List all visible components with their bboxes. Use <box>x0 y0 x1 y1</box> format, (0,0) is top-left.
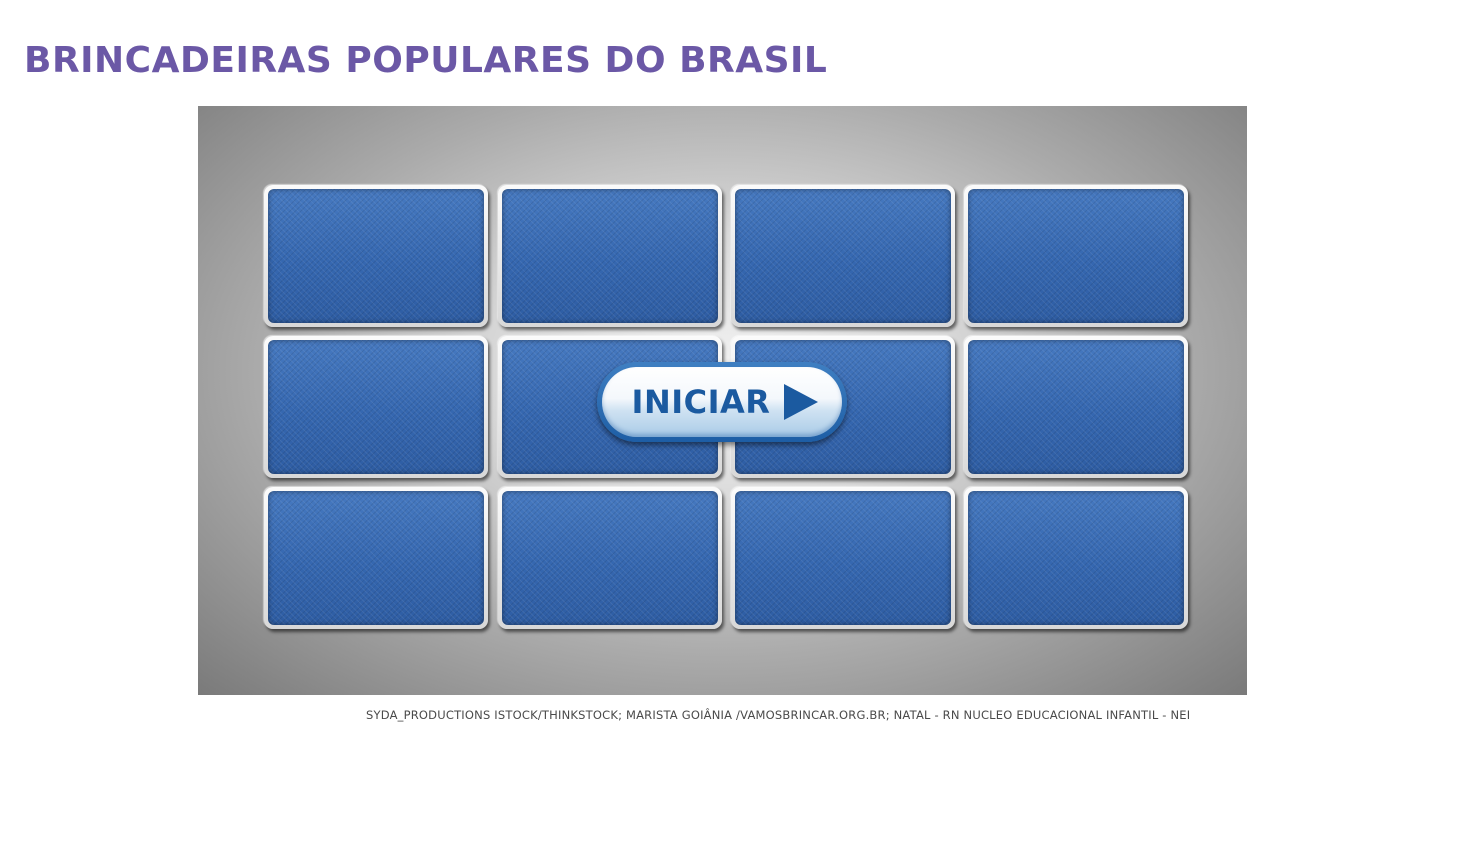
memory-card-8[interactable] <box>964 336 1188 478</box>
memory-card-2[interactable] <box>498 185 722 327</box>
start-button[interactable]: INICIAR <box>597 362 847 442</box>
memory-game-stage: INICIAR <box>198 106 1247 695</box>
memory-card-3[interactable] <box>731 185 955 327</box>
card-back <box>968 189 1184 323</box>
card-back <box>735 189 951 323</box>
card-back <box>968 491 1184 625</box>
card-back <box>268 189 484 323</box>
image-credits: SYDA_PRODUCTIONS ISTOCK/THINKSTOCK; MARI… <box>366 708 1191 722</box>
memory-card-1[interactable] <box>264 185 488 327</box>
card-back <box>268 340 484 474</box>
card-back <box>502 491 718 625</box>
memory-card-10[interactable] <box>498 487 722 629</box>
start-button-face: INICIAR <box>602 367 842 437</box>
memory-card-4[interactable] <box>964 185 1188 327</box>
card-back <box>735 491 951 625</box>
card-back <box>968 340 1184 474</box>
memory-card-11[interactable] <box>731 487 955 629</box>
memory-card-9[interactable] <box>264 487 488 629</box>
memory-card-12[interactable] <box>964 487 1188 629</box>
card-back <box>268 491 484 625</box>
card-back <box>502 189 718 323</box>
start-button-label: INICIAR <box>631 383 771 421</box>
memory-card-5[interactable] <box>264 336 488 478</box>
play-icon <box>784 384 819 420</box>
page-title: BRINCADEIRAS POPULARES DO BRASIL <box>24 40 828 81</box>
